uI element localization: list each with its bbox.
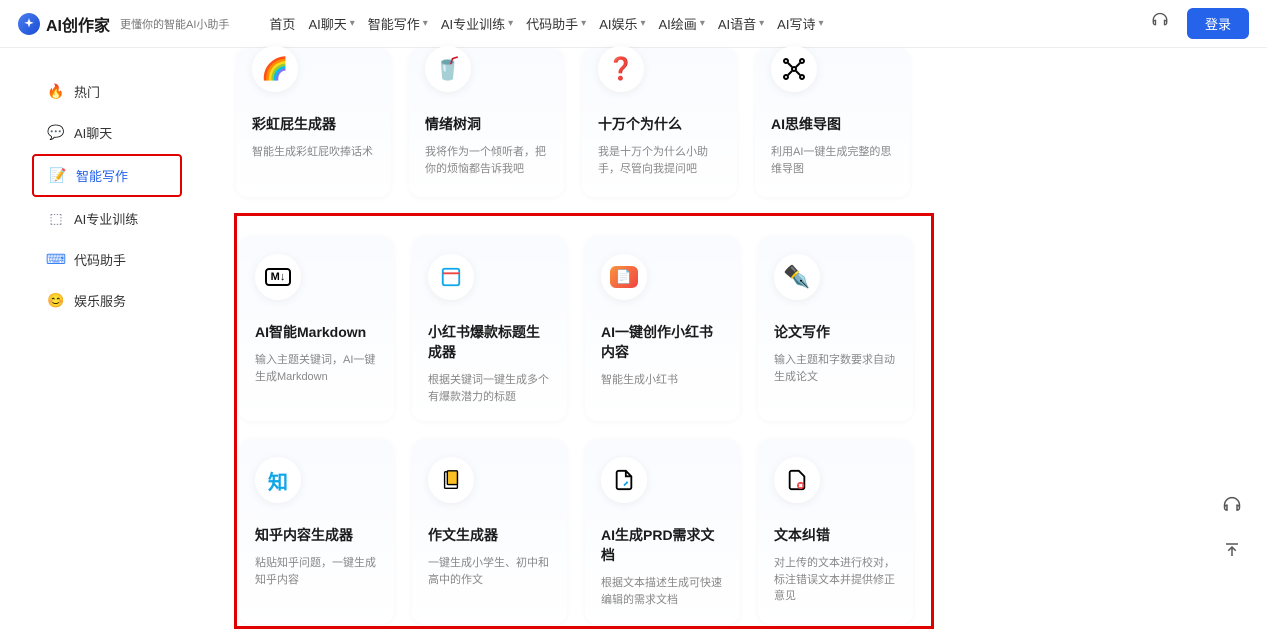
doc-icon: 📝 <box>50 168 66 184</box>
chevron-down-icon: ▾ <box>818 18 823 29</box>
chevron-down-icon: ▾ <box>759 18 764 29</box>
fire-icon: 🔥 <box>48 84 64 100</box>
pen-icon: ✒️ <box>774 254 820 300</box>
card-markdown[interactable]: M↓ AI智能Markdown 输入主题关键词，AI一键生成Markdown <box>239 236 394 421</box>
card-desc: 根据文本描述生成可快速编辑的需求文档 <box>601 575 724 608</box>
card-mindmap[interactable]: AI思维导图 利用AI一键生成完整的思维导图 <box>755 48 910 197</box>
chevron-down-icon: ▾ <box>581 18 586 29</box>
card-desc: 智能生成彩虹屁吹捧话术 <box>252 144 375 161</box>
nav-home[interactable]: 首页 <box>269 14 295 33</box>
chat-icon: 💬 <box>48 125 64 141</box>
chevron-down-icon: ▾ <box>423 18 428 29</box>
card-desc: 根据关键词一键生成多个有爆款潜力的标题 <box>428 372 551 405</box>
float-toolbar <box>1217 491 1247 565</box>
support-icon[interactable] <box>1217 491 1247 521</box>
sidebar: 🔥热门 💬AI聊天 📝智能写作 ⬚AI专业训练 ⌨代码助手 😊娱乐服务 <box>10 48 220 625</box>
headset-icon[interactable] <box>1151 12 1169 35</box>
card-desc: 粘贴知乎问题，一键生成知乎内容 <box>255 555 378 588</box>
note-icon: 📄 <box>601 254 647 300</box>
nav-voice[interactable]: AI语音▾ <box>718 14 764 33</box>
card-redbook-title[interactable]: 小红书爆款标题生成器 根据关键词一键生成多个有爆款潜力的标题 <box>412 236 567 421</box>
nav-paint[interactable]: AI绘画▾ <box>659 14 705 33</box>
nav-aichat[interactable]: AI聊天▾ <box>308 14 354 33</box>
card-desc: 对上传的文本进行校对，标注错误文本并提供修正意见 <box>774 555 897 605</box>
sidebar-code[interactable]: ⌨代码助手 <box>32 240 182 279</box>
chevron-down-icon: ▾ <box>640 18 645 29</box>
nav-training[interactable]: AI专业训练▾ <box>441 14 513 33</box>
nav-poem[interactable]: AI写诗▾ <box>777 14 823 33</box>
card-title: AI生成PRD需求文档 <box>601 525 724 565</box>
chevron-down-icon: ▾ <box>350 18 355 29</box>
question-icon: ❓ <box>598 46 644 92</box>
scroll-top-icon[interactable] <box>1217 535 1247 565</box>
card-emotion[interactable]: 🥤 情绪树洞 我将作为一个倾听者，把你的烦恼都告诉我吧 <box>409 48 564 197</box>
card-essay[interactable]: 作文生成器 一键生成小学生、初中和高中的作文 <box>412 439 567 624</box>
code-icon: ⌨ <box>48 252 64 268</box>
zhihu-icon: 知 <box>255 457 301 503</box>
rainbow-icon: 🌈 <box>252 46 298 92</box>
chevron-down-icon: ▾ <box>508 18 513 29</box>
nav-code[interactable]: 代码助手▾ <box>526 14 586 33</box>
card-title: AI智能Markdown <box>255 322 378 342</box>
main-content: 🌈 彩虹屁生成器 智能生成彩虹屁吹捧话术 🥤 情绪树洞 我将作为一个倾听者，把你… <box>220 48 1267 625</box>
top-card-row: 🌈 彩虹屁生成器 智能生成彩虹屁吹捧话术 🥤 情绪树洞 我将作为一个倾听者，把你… <box>236 48 1267 213</box>
card-title: 文本纠错 <box>774 525 897 545</box>
header: AI创作家 更懂你的智能AI小助手 首页 AI聊天▾ 智能写作▾ AI专业训练▾… <box>0 0 1267 48</box>
prd-icon <box>601 457 647 503</box>
card-desc: 我是十万个为什么小助手，尽管向我提问吧 <box>598 144 721 177</box>
card-correction[interactable]: 文本纠错 对上传的文本进行校对，标注错误文本并提供修正意见 <box>758 439 913 624</box>
card-rainbow[interactable]: 🌈 彩虹屁生成器 智能生成彩虹屁吹捧话术 <box>236 48 391 197</box>
card-zhihu[interactable]: 知 知乎内容生成器 粘贴知乎问题，一键生成知乎内容 <box>239 439 394 624</box>
tagline: 更懂你的智能AI小助手 <box>120 16 229 32</box>
card-title: 彩虹屁生成器 <box>252 114 375 134</box>
card-prd[interactable]: AI生成PRD需求文档 根据文本描述生成可快速编辑的需求文档 <box>585 439 740 624</box>
error-doc-icon <box>774 457 820 503</box>
sidebar-writing[interactable]: 📝智能写作 <box>32 154 182 197</box>
nav-writing[interactable]: 智能写作▾ <box>368 14 428 33</box>
nav-entertainment[interactable]: AI娱乐▾ <box>599 14 645 33</box>
card-desc: 一键生成小学生、初中和高中的作文 <box>428 555 551 588</box>
body: 🔥热门 💬AI聊天 📝智能写作 ⬚AI专业训练 ⌨代码助手 😊娱乐服务 🌈 彩虹… <box>0 48 1267 625</box>
chevron-down-icon: ▾ <box>700 18 705 29</box>
card-redbook-content[interactable]: 📄 AI一键创作小红书内容 智能生成小红书 <box>585 236 740 421</box>
grid-row: M↓ AI智能Markdown 输入主题关键词，AI一键生成Markdown 小… <box>239 236 929 421</box>
logo[interactable]: AI创作家 <box>18 12 110 36</box>
card-desc: 输入主题关键词，AI一键生成Markdown <box>255 352 378 385</box>
smile-icon: 😊 <box>48 293 64 309</box>
card-why[interactable]: ❓ 十万个为什么 我是十万个为什么小助手，尽管向我提问吧 <box>582 48 737 197</box>
header-right: 登录 <box>1151 8 1249 39</box>
card-desc: 输入主题和字数要求自动生成论文 <box>774 352 897 385</box>
window-icon <box>428 254 474 300</box>
card-desc: 我将作为一个倾听者，把你的烦恼都告诉我吧 <box>425 144 548 177</box>
sidebar-training[interactable]: ⬚AI专业训练 <box>32 199 182 238</box>
card-title: 知乎内容生成器 <box>255 525 378 545</box>
card-title: 作文生成器 <box>428 525 551 545</box>
main-nav: 首页 AI聊天▾ 智能写作▾ AI专业训练▾ 代码助手▾ AI娱乐▾ AI绘画▾… <box>269 14 823 33</box>
card-title: 十万个为什么 <box>598 114 721 134</box>
cube-icon: ⬚ <box>48 211 64 227</box>
grid-row: 知 知乎内容生成器 粘贴知乎问题，一键生成知乎内容 作文生成器 一键生成小学生、… <box>239 439 929 624</box>
cup-icon: 🥤 <box>425 46 471 92</box>
logo-text: AI创作家 <box>46 12 110 36</box>
markdown-icon: M↓ <box>255 254 301 300</box>
essay-icon <box>428 457 474 503</box>
card-thesis[interactable]: ✒️ 论文写作 输入主题和字数要求自动生成论文 <box>758 236 913 421</box>
card-title: 论文写作 <box>774 322 897 342</box>
card-title: 小红书爆款标题生成器 <box>428 322 551 362</box>
card-desc: 利用AI一键生成完整的思维导图 <box>771 144 894 177</box>
sidebar-hot[interactable]: 🔥热门 <box>32 72 182 111</box>
login-button[interactable]: 登录 <box>1187 8 1249 39</box>
sidebar-aichat[interactable]: 💬AI聊天 <box>32 113 182 152</box>
card-title: AI思维导图 <box>771 114 894 134</box>
highlighted-grid: M↓ AI智能Markdown 输入主题关键词，AI一键生成Markdown 小… <box>234 213 934 629</box>
card-title: AI一键创作小红书内容 <box>601 322 724 362</box>
sidebar-entertainment[interactable]: 😊娱乐服务 <box>32 281 182 320</box>
logo-icon <box>18 13 40 35</box>
card-title: 情绪树洞 <box>425 114 548 134</box>
mindmap-icon <box>771 46 817 92</box>
card-desc: 智能生成小红书 <box>601 372 724 389</box>
